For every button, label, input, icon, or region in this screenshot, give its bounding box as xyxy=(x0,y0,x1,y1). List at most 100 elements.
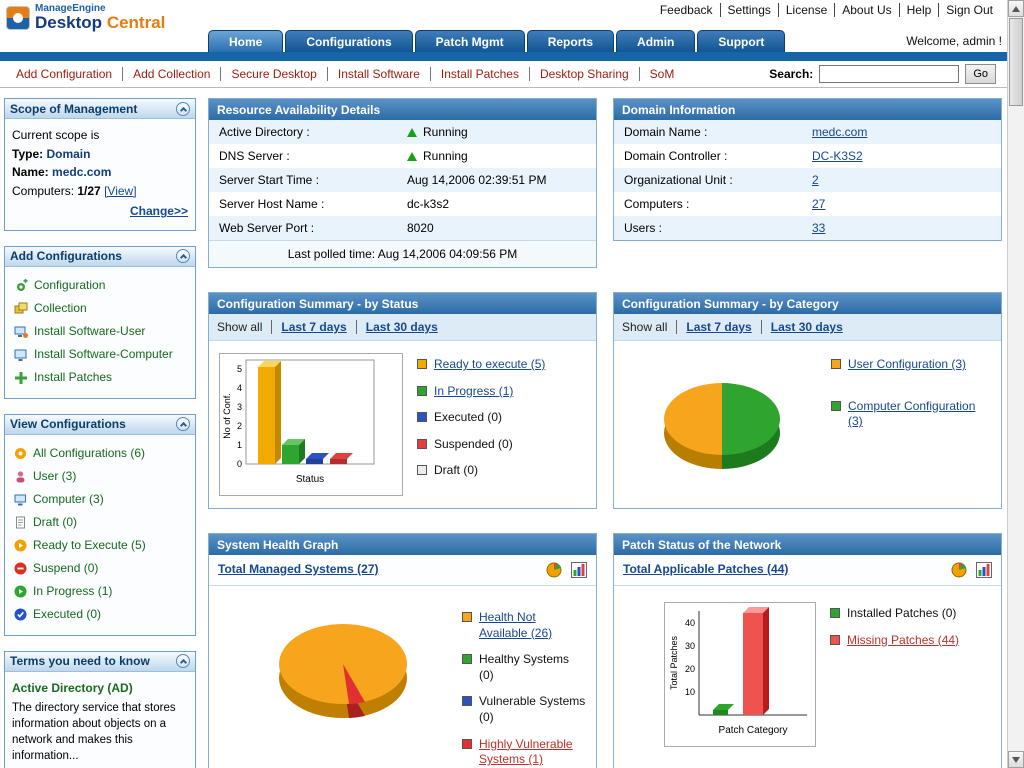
show-all-filter[interactable]: Show all xyxy=(217,320,272,334)
last-30-days-filter[interactable]: Last 30 days xyxy=(762,320,852,334)
sidebar-link-all-configurations[interactable]: All Configurations (6) xyxy=(33,446,145,461)
sidebar-link-suspend-configs[interactable]: Suspend (0) xyxy=(33,561,98,576)
legend-link-health-not-available[interactable]: Health Not Available (26) xyxy=(479,610,586,641)
license-link[interactable]: License xyxy=(779,3,835,17)
add-configurations-header: Add Configurations xyxy=(5,247,195,267)
search-input[interactable] xyxy=(819,65,959,83)
list-item: All Configurations (6) xyxy=(12,442,188,465)
scroll-up-button[interactable] xyxy=(1008,0,1024,17)
list-item: Install Patches xyxy=(12,366,188,389)
status-value: Running xyxy=(423,149,468,163)
term-definition: The directory service that stores inform… xyxy=(12,700,188,764)
legend-link-highly-vulnerable[interactable]: Highly Vulnerable Systems (1) xyxy=(479,737,586,768)
tab-admin[interactable]: Admin xyxy=(616,30,695,52)
settings-link[interactable]: Settings xyxy=(721,3,779,17)
y-axis-label: No of Conf. xyxy=(222,393,232,439)
svg-text:30: 30 xyxy=(685,641,695,651)
feedback-link[interactable]: Feedback xyxy=(653,3,721,17)
about-us-link[interactable]: About Us xyxy=(835,3,899,17)
patch-status-panel: Patch Status of the Network Total Applic… xyxy=(613,533,1002,768)
organizational-unit-link[interactable]: 2 xyxy=(812,173,819,187)
table-row: Organizational Unit : 2 xyxy=(614,168,1001,192)
help-link[interactable]: Help xyxy=(900,3,940,17)
sidebar-link-executed[interactable]: Executed (0) xyxy=(33,607,101,622)
secure-desktop-link[interactable]: Secure Desktop xyxy=(221,67,327,81)
install-software-link[interactable]: Install Software xyxy=(328,67,431,81)
config-summary-status-panel: Configuration Summary - by Status Show a… xyxy=(208,292,597,509)
tab-reports[interactable]: Reports xyxy=(527,30,614,52)
bar-chart-icon[interactable] xyxy=(571,562,587,578)
pie-chart-icon[interactable] xyxy=(951,562,967,578)
sidebar: Scope of Management Current scope is Typ… xyxy=(4,98,196,768)
legend-item: Draft (0) xyxy=(417,463,545,479)
date-filter-row: Show all Last 7 days Last 30 days xyxy=(209,314,596,341)
tab-patch-mgmt[interactable]: Patch Mgmt xyxy=(415,30,525,52)
status-up-icon xyxy=(407,152,417,161)
sidebar-link-computer-configs[interactable]: Computer (3) xyxy=(33,492,104,507)
add-configuration-link[interactable]: Add Configuration xyxy=(6,67,123,81)
legend-link-computer-configuration[interactable]: Computer Configuration (3) xyxy=(848,399,991,430)
svg-text:1: 1 xyxy=(237,440,242,450)
sidebar-link-ready-to-execute[interactable]: Ready to Execute (5) xyxy=(33,538,146,553)
legend-swatch xyxy=(462,739,472,749)
domain-name-link[interactable]: medc.com xyxy=(812,125,867,139)
collapse-icon[interactable] xyxy=(176,654,190,668)
list-item: Executed (0) xyxy=(12,603,188,626)
legend-link-missing-patches[interactable]: Missing Patches (44) xyxy=(847,633,959,649)
computers-count-link[interactable]: 27 xyxy=(812,197,825,211)
last-7-days-filter[interactable]: Last 7 days xyxy=(677,320,761,334)
collapse-icon[interactable] xyxy=(176,102,190,116)
users-count-link[interactable]: 33 xyxy=(812,221,825,235)
collection-icon xyxy=(14,302,28,316)
vertical-scrollbar[interactable] xyxy=(1007,0,1024,768)
bar-in-progress xyxy=(282,445,299,464)
resource-availability-panel: Resource Availability Details Active Dir… xyxy=(208,98,597,268)
search-go-button[interactable]: Go xyxy=(965,64,996,84)
add-collection-link[interactable]: Add Collection xyxy=(123,67,221,81)
last-7-days-filter[interactable]: Last 7 days xyxy=(272,320,356,334)
legend-link-in-progress[interactable]: In Progress (1) xyxy=(434,384,513,400)
user-icon xyxy=(14,470,27,483)
desktop-sharing-link[interactable]: Desktop Sharing xyxy=(530,67,640,81)
show-all-filter[interactable]: Show all xyxy=(622,320,677,334)
pie-chart-icon[interactable] xyxy=(546,562,562,578)
sidebar-link-collection[interactable]: Collection xyxy=(34,301,87,316)
legend-item: User Configuration (3) xyxy=(831,357,991,373)
main-nav-tabs: Home Configurations Patch Mgmt Reports A… xyxy=(208,30,787,52)
list-item: Suspend (0) xyxy=(12,557,188,580)
collapse-icon[interactable] xyxy=(176,417,190,431)
domain-controller-link[interactable]: DC-K3S2 xyxy=(812,149,863,163)
sidebar-link-in-progress[interactable]: In Progress (1) xyxy=(33,584,112,599)
sidebar-link-install-patches[interactable]: Install Patches xyxy=(34,370,112,385)
legend-link-ready[interactable]: Ready to execute (5) xyxy=(434,357,545,373)
collapse-icon[interactable] xyxy=(176,249,190,263)
sidebar-link-configuration[interactable]: Configuration xyxy=(34,278,105,293)
sidebar-link-install-software-user[interactable]: Install Software-User xyxy=(34,324,145,339)
sidebar-link-user-configs[interactable]: User (3) xyxy=(33,469,76,484)
legend-swatch xyxy=(417,386,427,396)
svg-text:20: 20 xyxy=(685,664,695,674)
table-row: Active Directory : Running xyxy=(209,120,596,144)
legend-link-user-configuration[interactable]: User Configuration (3) xyxy=(848,357,966,373)
panel-title: Configuration Summary - by Category xyxy=(614,293,1001,314)
sidebar-link-draft-configs[interactable]: Draft (0) xyxy=(33,515,77,530)
tab-support[interactable]: Support xyxy=(697,30,785,52)
view-computers-link[interactable]: [View] xyxy=(104,184,136,198)
total-managed-systems-link[interactable]: Total Managed Systems (27) xyxy=(218,562,379,578)
sign-out-link[interactable]: Sign Out xyxy=(939,3,1000,17)
sidebar-link-install-software-computer[interactable]: Install Software-Computer xyxy=(34,347,173,362)
bar-chart-icon[interactable] xyxy=(976,562,992,578)
som-link[interactable]: SoM xyxy=(640,67,685,81)
change-scope-link[interactable]: Change>> xyxy=(130,204,188,218)
tab-configurations[interactable]: Configurations xyxy=(285,30,412,52)
scroll-down-button[interactable] xyxy=(1008,751,1024,768)
domain-information-panel: Domain Information Domain Name : medc.co… xyxy=(613,98,1002,241)
legend-item: Suspended (0) xyxy=(417,437,545,453)
patch-bar-chart: 10 20 30 40 Patch Category Total Patches xyxy=(664,602,816,747)
scrollbar-thumb[interactable] xyxy=(1009,18,1023,106)
install-patches-link[interactable]: Install Patches xyxy=(431,67,530,81)
chart-legend: User Configuration (3) Computer Configur… xyxy=(831,357,991,430)
tab-home[interactable]: Home xyxy=(208,30,283,52)
total-applicable-patches-link[interactable]: Total Applicable Patches (44) xyxy=(623,562,788,578)
last-30-days-filter[interactable]: Last 30 days xyxy=(357,320,447,334)
